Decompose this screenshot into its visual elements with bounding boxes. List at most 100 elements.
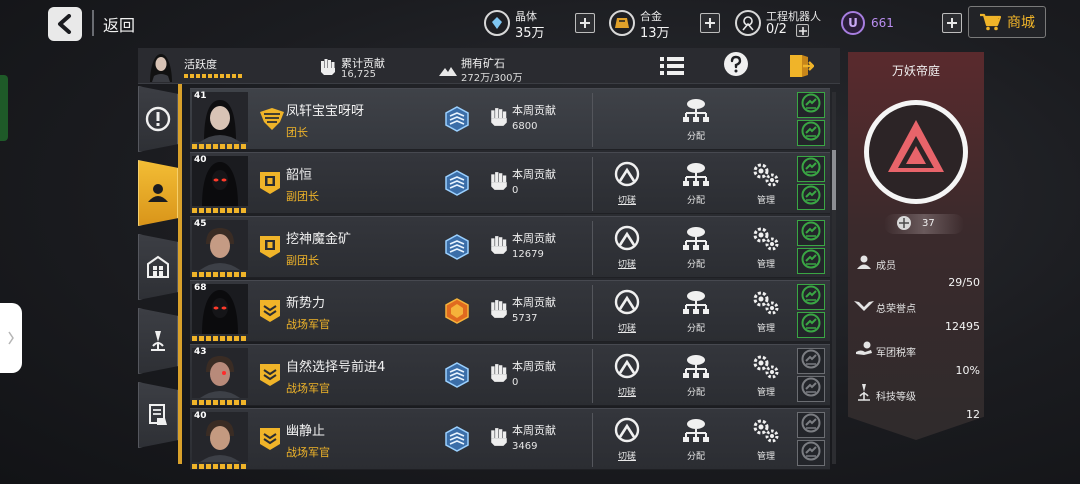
tab-info[interactable] [138,86,178,152]
gears-icon [751,353,781,383]
member-row[interactable]: 45 挖神魔金矿 副团长 本周贡献 12679 切磋 分配 管理 [190,216,830,278]
demote-button[interactable] [797,440,825,466]
add-alloy-button[interactable] [700,13,720,33]
robot-value: 0/2 [766,22,787,37]
manage-label: 管理 [756,324,775,334]
promote-button[interactable] [797,220,825,246]
members-label: 成员 [876,261,896,272]
scrollbar[interactable] [832,92,836,464]
duel-button[interactable]: 切磋 [607,353,647,401]
row-divider [592,413,593,467]
legion-level: 37 [922,218,935,229]
demote-button[interactable] [797,248,825,274]
promote-button[interactable] [797,348,825,374]
gears-icon [751,161,781,191]
promote-icon [801,413,821,437]
distribute-button[interactable]: 分配 [676,97,716,145]
member-role: 战场军官 [286,382,330,395]
weekly-contribution-value: 3469 [512,441,538,452]
distribute-icon [682,417,710,447]
list-view-button[interactable] [656,52,688,80]
duel-button[interactable]: 切磋 [607,161,647,209]
member-role: 团长 [286,126,308,139]
demote-button[interactable] [797,376,825,402]
manage-button[interactable]: 管理 [746,417,786,465]
distribute-button[interactable]: 分配 [676,353,716,401]
row-side-buttons [797,156,825,212]
promote-button[interactable] [797,284,825,310]
distribute-button[interactable]: 分配 [676,225,716,273]
fist-icon [490,107,510,129]
promote-button[interactable] [797,156,825,182]
member-name: 凤轩宝宝呀呀 [286,104,365,119]
manage-button[interactable]: 管理 [746,225,786,273]
help-button[interactable] [720,50,752,78]
exit-legion-button[interactable] [785,52,817,80]
shop-label: 商城 [1007,15,1035,31]
promote-button[interactable] [797,92,825,118]
add-robot-button[interactable] [796,24,809,37]
tab-research[interactable] [138,308,178,374]
member-star-bar [192,400,248,405]
member-role: 副团长 [286,254,319,267]
plus-icon [947,18,957,28]
demote-button[interactable] [797,120,825,146]
add-crystal-button[interactable] [575,13,595,33]
tech-value: 12 [966,408,980,421]
tab-members[interactable] [138,160,178,226]
duel-button[interactable]: 切磋 [607,289,647,337]
demote-button[interactable] [797,184,825,210]
distribute-button[interactable]: 分配 [676,289,716,337]
duel-button[interactable]: 切磋 [607,225,647,273]
member-star-bar [192,464,248,469]
activity-bar [184,74,242,78]
manage-button[interactable]: 管理 [746,353,786,401]
tab-records[interactable] [138,382,178,448]
members-icon [148,184,168,202]
promote-button[interactable] [797,412,825,438]
add-premium-button[interactable] [942,13,962,33]
manage-button[interactable]: 管理 [746,289,786,337]
plus-icon [705,18,715,28]
weekly-contribution-label: 本周贡献 [512,296,556,309]
distribute-icon [682,161,710,191]
duel-button[interactable]: 切磋 [607,417,647,465]
total-contribution-value: 16,725 [341,69,376,80]
shop-button[interactable]: 商城 [968,6,1046,38]
duel-icon [614,353,640,383]
member-name: 自然选择号前进4 [286,360,386,375]
member-role: 战场军官 [286,446,330,459]
demote-button[interactable] [797,312,825,338]
crystal-icon [484,10,510,36]
honor-value: 12495 [945,320,980,333]
duel-label: 切磋 [617,388,636,398]
weekly-contribution-value: 0 [512,185,519,196]
member-row[interactable]: 41 凤轩宝宝呀呀 团长 本周贡献 6800 分配 [190,88,830,150]
tab-base[interactable] [138,234,178,300]
row-side-buttons [797,284,825,340]
weekly-contribution-value: 0 [512,377,519,388]
promote-icon [801,93,821,117]
manage-button[interactable]: 管理 [746,161,786,209]
legion-emblem[interactable] [862,98,970,206]
tech-badge-icon [445,170,469,196]
weekly-contribution-label: 本周贡献 [512,168,556,181]
distribute-button[interactable]: 分配 [676,161,716,209]
distribute-button[interactable]: 分配 [676,417,716,465]
chevron-left-icon [58,14,71,34]
member-row[interactable]: 40 幽静止 战场军官 本周贡献 3469 切磋 分配 管理 [190,408,830,470]
promote-icon [801,285,821,309]
member-row[interactable]: 40 韶恒 副团长 本周贡献 0 切磋 分配 管理 [190,152,830,214]
back-button[interactable] [48,7,82,41]
back-label[interactable]: 返回 [103,12,135,36]
member-row[interactable]: 43 自然选择号前进4 战场军官 本周贡献 0 切磋 分配 管理 [190,344,830,406]
plus-icon [580,18,590,28]
scrollbar-thumb[interactable] [832,150,836,210]
demote-icon [801,441,821,465]
member-star-bar [192,272,248,277]
duel-icon [614,289,640,319]
side-drawer-handle[interactable] [0,303,22,373]
row-side-buttons [797,348,825,404]
member-star-bar [192,336,248,341]
member-row[interactable]: 68 新势力 战场军官 本周贡献 5737 切磋 分配 管理 [190,280,830,342]
